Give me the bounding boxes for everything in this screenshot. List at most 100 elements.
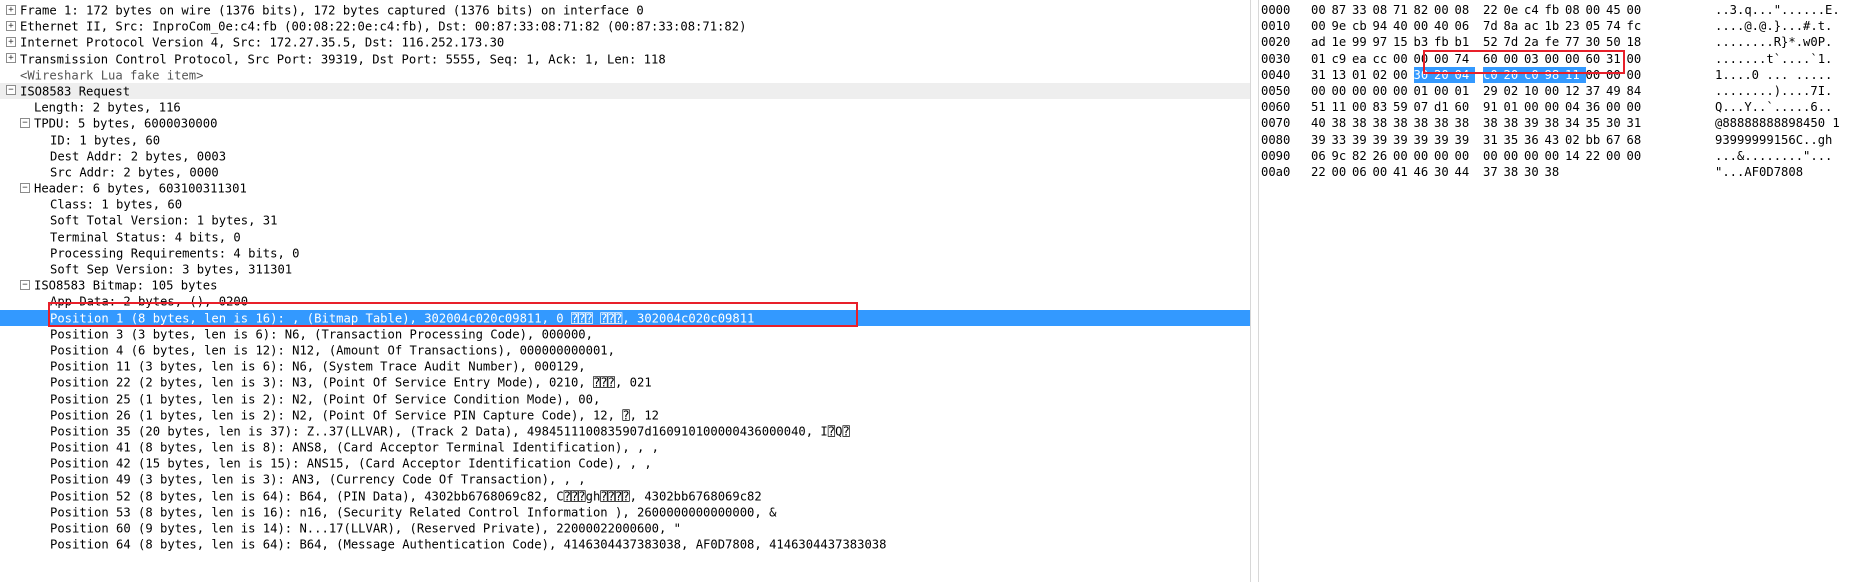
- hex-byte[interactable]: 59: [1393, 99, 1414, 115]
- hex-byte[interactable]: 38: [1545, 164, 1566, 180]
- hex-byte[interactable]: 35: [1586, 115, 1607, 131]
- tree-row[interactable]: Position 42 (15 bytes, len is 15): ANS15…: [0, 455, 1250, 471]
- hex-byte[interactable]: 00: [1606, 148, 1627, 164]
- hex-byte[interactable]: 00: [1414, 51, 1435, 67]
- hex-byte[interactable]: 12: [1565, 83, 1586, 99]
- hex-byte[interactable]: 98: [1544, 66, 1565, 83]
- hex-byte[interactable]: 39: [1393, 132, 1414, 148]
- hex-row[interactable]: 0060 51 11 00 83 59 07 d1 60 91 01 00 00 04 36 00 00 Q...…: [1259, 99, 1875, 115]
- tree-row[interactable]: − ISO8583 Request: [0, 82, 1250, 100]
- packet-details-pane[interactable]: + Frame 1: 172 bytes on wire (1376 bits),…: [0, 0, 1251, 582]
- hex-byte[interactable]: 52: [1483, 34, 1504, 50]
- hex-byte[interactable]: 00: [1393, 148, 1414, 164]
- hex-byte[interactable]: 37: [1586, 83, 1607, 99]
- hex-byte[interactable]: 35: [1504, 132, 1525, 148]
- hex-byte[interactable]: 06: [1352, 164, 1373, 180]
- hex-byte[interactable]: 00: [1311, 18, 1332, 34]
- hex-byte[interactable]: 20: [1434, 66, 1455, 83]
- collapse-icon[interactable]: −: [20, 182, 30, 193]
- hex-row[interactable]: 0020 ad 1e 99 97 15 b3 fb b1 52 7d 2a fe 77 30 50 18....…: [1259, 34, 1875, 50]
- hex-byte[interactable]: 00: [1545, 148, 1566, 164]
- hex-byte[interactable]: 94: [1373, 18, 1394, 34]
- hex-byte[interactable]: 30: [1413, 66, 1434, 83]
- hex-row[interactable]: 0080 39 33 39 39 39 39 39 39 31 35 36 43 02 bb 67 68 9399…: [1259, 132, 1875, 148]
- hex-byte[interactable]: 49: [1606, 83, 1627, 99]
- hex-byte[interactable]: 31: [1627, 115, 1648, 131]
- hex-byte[interactable]: 23: [1565, 18, 1586, 34]
- collapse-icon[interactable]: −: [20, 117, 30, 128]
- hex-byte[interactable]: 01: [1455, 83, 1476, 99]
- hex-byte[interactable]: 39: [1455, 132, 1476, 148]
- hex-byte[interactable]: 39: [1373, 132, 1394, 148]
- hex-bytes[interactable]: ad 1e 99 97 15 b3 fb b1 52 7d 2a fe 77 30 50 18: [1311, 34, 1647, 50]
- hex-byte[interactable]: 60: [1455, 99, 1476, 115]
- hex-byte[interactable]: 10: [1524, 83, 1545, 99]
- tree-row[interactable]: Position 41 (8 bytes, len is 8): ANS8, (…: [0, 439, 1250, 455]
- hex-ascii[interactable]: Q...Y..`.....6..: [1715, 99, 1832, 115]
- hex-byte[interactable]: 50: [1606, 34, 1627, 50]
- hex-byte[interactable]: 06: [1311, 148, 1332, 164]
- tree-row[interactable]: Processing Requirements: 4 bits, 0: [0, 245, 1250, 261]
- hex-ascii[interactable]: ...&........"...: [1715, 148, 1832, 164]
- tree-row[interactable]: Dest Addr: 2 bytes, 0003: [0, 148, 1250, 164]
- hex-byte[interactable]: 38: [1352, 115, 1373, 131]
- hex-bytes[interactable]: 40 38 38 38 38 38 38 38 38 38 39 38 34 35 30 31: [1311, 115, 1647, 131]
- hex-byte[interactable]: bb: [1586, 132, 1607, 148]
- hex-byte[interactable]: 38: [1483, 115, 1504, 131]
- hex-byte[interactable]: 00: [1524, 99, 1545, 115]
- hex-byte[interactable]: 02: [1373, 67, 1394, 83]
- hex-byte[interactable]: 14: [1565, 148, 1586, 164]
- hex-byte[interactable]: 38: [1504, 115, 1525, 131]
- hex-byte[interactable]: 71: [1393, 2, 1414, 18]
- hex-byte[interactable]: 9c: [1332, 148, 1353, 164]
- hex-byte[interactable]: 01: [1504, 99, 1525, 115]
- tree-row[interactable]: + Transmission Control Protocol, Src Port…: [0, 51, 1250, 67]
- hex-byte[interactable]: 15: [1393, 34, 1414, 50]
- hex-byte[interactable]: c9: [1332, 51, 1353, 67]
- hex-byte[interactable]: 39: [1352, 132, 1373, 148]
- hex-row[interactable]: 0050 00 00 00 00 00 01 00 01 29 02 10 00 12 37 49 84....…: [1259, 83, 1875, 99]
- hex-row[interactable]: 00a0 22 00 06 00 41 46 30 44 37 38 30 38 "...AF0D7808: [1259, 164, 1875, 180]
- hex-byte[interactable]: 00: [1332, 83, 1353, 99]
- tree-row[interactable]: Position 35 (20 bytes, len is 37): Z..37…: [0, 423, 1250, 439]
- hex-byte[interactable]: 0e: [1504, 2, 1525, 18]
- hex-byte[interactable]: 34: [1565, 115, 1586, 131]
- hex-byte[interactable]: 38: [1455, 115, 1476, 131]
- hex-ascii[interactable]: ..3.q..."......E.: [1715, 2, 1840, 18]
- hex-byte[interactable]: 77: [1565, 34, 1586, 50]
- hex-byte[interactable]: 00: [1434, 83, 1455, 99]
- hex-byte[interactable]: 06: [1455, 18, 1476, 34]
- tree-row[interactable]: + Internet Protocol Version 4, Src: 172.2…: [0, 34, 1250, 50]
- hex-byte[interactable]: 99: [1352, 34, 1373, 50]
- hex-byte[interactable]: 31: [1483, 132, 1504, 148]
- hex-byte[interactable]: 2a: [1524, 34, 1545, 50]
- hex-byte[interactable]: 31: [1606, 51, 1627, 67]
- hex-byte[interactable]: 46: [1414, 164, 1435, 180]
- hex-byte[interactable]: 51: [1311, 99, 1332, 115]
- hex-byte[interactable]: 08: [1373, 2, 1394, 18]
- hex-byte[interactable]: 00: [1332, 164, 1353, 180]
- hex-byte[interactable]: 39: [1434, 132, 1455, 148]
- hex-byte[interactable]: 82: [1414, 2, 1435, 18]
- hex-byte[interactable]: b3: [1414, 34, 1435, 50]
- hex-bytes[interactable]: 51 11 00 83 59 07 d1 60 91 01 00 00 04 36 00 00: [1311, 99, 1647, 115]
- hex-byte[interactable]: 44: [1455, 164, 1476, 180]
- hex-byte[interactable]: c0: [1483, 66, 1504, 83]
- hex-byte[interactable]: 38: [1434, 115, 1455, 131]
- hex-byte[interactable]: 9e: [1332, 18, 1353, 34]
- hex-byte[interactable]: 00: [1606, 67, 1627, 83]
- hex-byte[interactable]: 43: [1545, 132, 1566, 148]
- hex-byte[interactable]: 38: [1414, 115, 1435, 131]
- tree-row[interactable]: + Frame 1: 172 bytes on wire (1376 bits),…: [0, 2, 1250, 18]
- expand-icon[interactable]: +: [6, 36, 16, 47]
- hex-byte[interactable]: 20: [1503, 66, 1524, 83]
- hex-byte[interactable]: 91: [1483, 99, 1504, 115]
- tree-row[interactable]: Position 22 (2 bytes, len is 3): N3, (Po…: [0, 374, 1250, 390]
- hex-byte[interactable]: 00: [1586, 67, 1607, 83]
- hex-byte[interactable]: 97: [1373, 34, 1394, 50]
- hex-byte[interactable]: 00: [1352, 83, 1373, 99]
- hex-byte[interactable]: 68: [1627, 132, 1648, 148]
- hex-ascii[interactable]: ....@.@.}...#.t.: [1715, 18, 1832, 34]
- hex-byte[interactable]: 00: [1434, 148, 1455, 164]
- hex-byte[interactable]: 22: [1483, 2, 1504, 18]
